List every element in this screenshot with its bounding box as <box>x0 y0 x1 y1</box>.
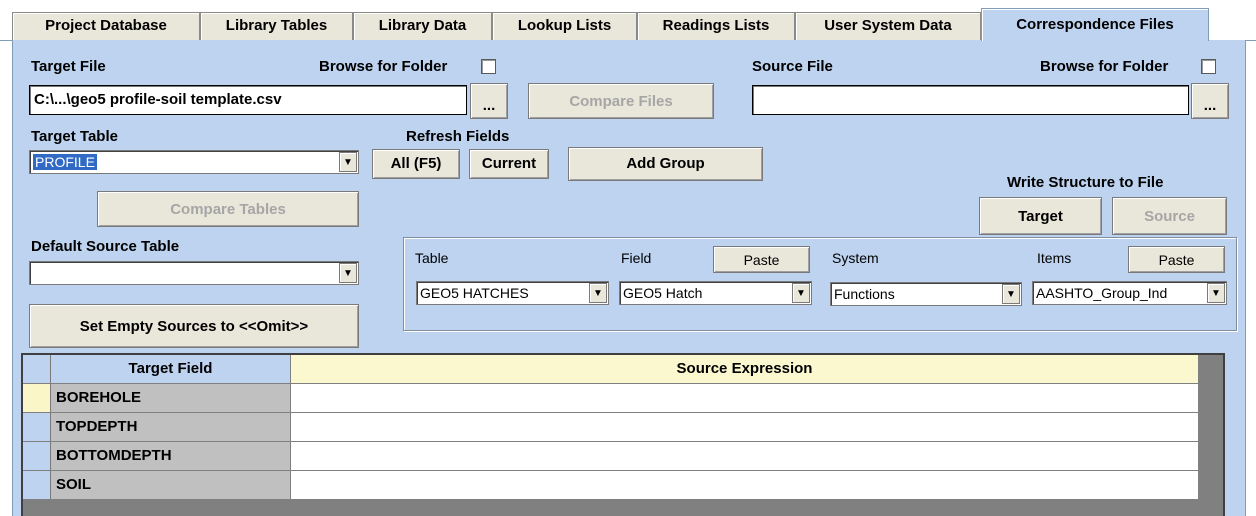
target-file-label: Target File <box>31 58 106 75</box>
table-row[interactable]: BOTTOMDEPTH <box>23 442 1223 471</box>
add-group-button[interactable]: Add Group <box>568 147 763 181</box>
target-table-label: Target Table <box>31 128 118 145</box>
tab-lookup-lists[interactable]: Lookup Lists <box>492 12 637 40</box>
target-browse-folder-checkbox[interactable] <box>481 59 496 74</box>
tab-library-tables[interactable]: Library Tables <box>200 12 353 40</box>
picker-table-label: Table <box>415 250 449 266</box>
chevron-down-icon[interactable]: ▼ <box>589 283 607 303</box>
row-selector[interactable] <box>23 471 51 500</box>
table-row[interactable]: TOPDEPTH <box>23 413 1223 442</box>
picker-system-value: Functions <box>834 286 895 302</box>
default-source-table-label: Default Source Table <box>31 238 180 255</box>
chevron-down-icon[interactable]: ▼ <box>1207 283 1225 303</box>
source-browse-folder-label: Browse for Folder <box>1040 58 1169 75</box>
table-row[interactable]: SOIL <box>23 471 1223 500</box>
tab-library-data[interactable]: Library Data <box>353 12 492 40</box>
picker-table-select[interactable]: GEO5 HATCHES ▼ <box>416 281 609 305</box>
correspondence-grid: Target Field Source Expression BOREHOLE … <box>21 353 1225 516</box>
chevron-down-icon[interactable]: ▼ <box>339 263 357 283</box>
correspondence-panel: Target File Browse for Folder C:\...\geo… <box>12 40 1246 516</box>
write-target-button[interactable]: Target <box>979 197 1102 235</box>
target-field-header[interactable]: Target Field <box>51 355 291 384</box>
target-field-cell[interactable]: BOTTOMDEPTH <box>51 442 291 471</box>
refresh-fields-label: Refresh Fields <box>406 128 510 145</box>
source-expression-cell[interactable] <box>291 384 1199 413</box>
tab-strip: Project Database Library Tables Library … <box>0 0 1256 41</box>
picker-table-value: GEO5 HATCHES <box>420 285 529 301</box>
picker-items-value: AASHTO_Group_Ind <box>1036 285 1168 301</box>
row-selector[interactable] <box>23 384 51 413</box>
default-source-table-select[interactable]: ▼ <box>29 261 359 285</box>
source-expression-cell[interactable] <box>291 413 1199 442</box>
target-table-value: PROFILE <box>33 154 97 170</box>
chevron-down-icon[interactable]: ▼ <box>792 283 810 303</box>
source-file-label: Source File <box>752 58 833 75</box>
picker-field-value: GEO5 Hatch <box>623 285 703 301</box>
target-field-cell[interactable]: SOIL <box>51 471 291 500</box>
source-browse-button[interactable]: ... <box>1191 83 1229 119</box>
field-paste-button[interactable]: Paste <box>713 246 810 273</box>
tab-user-system-data[interactable]: User System Data <box>795 12 981 40</box>
source-expression-header[interactable]: Source Expression <box>291 355 1199 384</box>
target-field-cell[interactable]: TOPDEPTH <box>51 413 291 442</box>
target-field-cell[interactable]: BOREHOLE <box>51 384 291 413</box>
row-selector[interactable] <box>23 442 51 471</box>
tab-readings-lists[interactable]: Readings Lists <box>637 12 795 40</box>
write-source-button[interactable]: Source <box>1112 197 1227 235</box>
target-browse-folder-label: Browse for Folder <box>319 58 448 75</box>
compare-files-button[interactable]: Compare Files <box>528 83 714 119</box>
target-table-select[interactable]: PROFILE ▼ <box>29 150 359 174</box>
grid-corner <box>23 355 51 384</box>
picker-system-label: System <box>832 250 879 266</box>
source-browse-folder-checkbox[interactable] <box>1201 59 1216 74</box>
tab-project-database[interactable]: Project Database <box>12 12 200 40</box>
picker-field-label: Field <box>621 250 652 266</box>
write-structure-label: Write Structure to File <box>1007 174 1164 191</box>
table-row[interactable]: BOREHOLE <box>23 384 1223 413</box>
picker-items-select[interactable]: AASHTO_Group_Ind ▼ <box>1032 281 1227 305</box>
set-empty-sources-button[interactable]: Set Empty Sources to <<Omit>> <box>29 304 359 348</box>
picker-items-label: Items <box>1037 250 1072 266</box>
row-selector[interactable] <box>23 413 51 442</box>
source-expression-cell[interactable] <box>291 471 1199 500</box>
picker-field-select[interactable]: GEO5 Hatch ▼ <box>619 281 812 305</box>
picker-system-select[interactable]: Functions ▼ <box>830 282 1022 306</box>
grid-header-row: Target Field Source Expression <box>23 355 1223 384</box>
refresh-all-button[interactable]: All (F5) <box>372 149 460 179</box>
target-file-field[interactable]: C:\...\geo5 profile-soil template.csv <box>29 85 467 115</box>
chevron-down-icon[interactable]: ▼ <box>339 152 357 172</box>
items-paste-button[interactable]: Paste <box>1128 246 1225 273</box>
source-expression-cell[interactable] <box>291 442 1199 471</box>
target-browse-button[interactable]: ... <box>470 83 508 119</box>
refresh-current-button[interactable]: Current <box>469 149 549 179</box>
chevron-down-icon[interactable]: ▼ <box>1002 284 1020 304</box>
compare-tables-button[interactable]: Compare Tables <box>97 191 359 227</box>
tab-correspondence-files[interactable]: Correspondence Files <box>981 8 1209 41</box>
source-file-field[interactable] <box>752 85 1189 115</box>
